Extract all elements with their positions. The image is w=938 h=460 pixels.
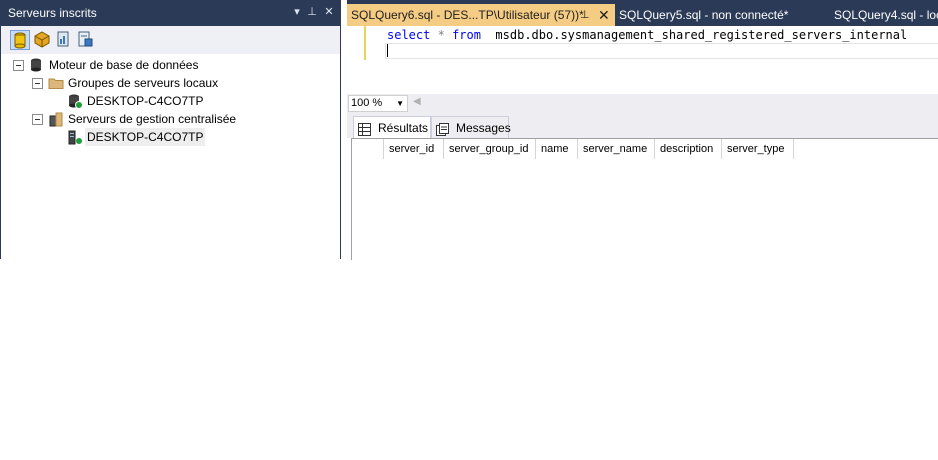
folder-icon xyxy=(48,75,64,91)
close-icon[interactable]: ✕ xyxy=(598,4,610,26)
tree-node-central-management[interactable]: Serveurs de gestion centralisée xyxy=(1,110,301,128)
change-marker xyxy=(364,26,366,60)
column-header[interactable]: server_type xyxy=(722,139,794,159)
tab-sqlquery4[interactable]: SQLQuery4.sql - loc xyxy=(834,4,938,26)
tree-label: Serveurs de gestion centralisée xyxy=(68,112,237,126)
tree-label: DESKTOP-C4CO7TP xyxy=(87,94,204,108)
collapse-icon[interactable] xyxy=(13,60,24,71)
column-header[interactable]: server_id xyxy=(384,139,444,159)
chevron-down-icon: ▼ xyxy=(396,99,404,108)
registered-servers-panel: Serveurs inscrits ▾ ⊥ ✕ Moteur de base d… xyxy=(0,0,341,259)
integration-services-icon[interactable] xyxy=(76,30,94,48)
collapse-icon[interactable] xyxy=(32,114,43,125)
tab-sqlquery6[interactable]: SQLQuery6.sql - DES...TP\Utilisateur (57… xyxy=(347,4,615,26)
server-icon xyxy=(67,129,83,145)
scroll-left-icon[interactable]: ◀ xyxy=(413,96,421,107)
panel-dropdown-icon[interactable]: ▾ xyxy=(290,5,304,19)
tab-results[interactable]: Résultats xyxy=(353,116,431,139)
collapse-icon[interactable] xyxy=(32,78,43,89)
zoom-dropdown[interactable]: 100 % ▼ xyxy=(348,95,408,112)
results-grid[interactable]: server_id server_group_id name server_na… xyxy=(351,138,938,260)
analysis-services-icon[interactable] xyxy=(33,30,51,48)
sql-code-line[interactable]: select * from msdb.dbo.sysmanagement_sha… xyxy=(387,28,907,42)
tree-node-server[interactable]: DESKTOP-C4CO7TP xyxy=(1,92,301,110)
operator-star: * xyxy=(437,28,445,42)
tab-label: Messages xyxy=(456,121,511,135)
column-header[interactable]: name xyxy=(536,139,578,159)
column-header[interactable]: server_name xyxy=(578,139,655,159)
panel-titlebar: Serveurs inscrits ▾ ⊥ ✕ xyxy=(0,0,341,26)
tree-node-local-groups[interactable]: Groupes de serveurs locaux xyxy=(1,74,301,92)
tab-label: SQLQuery6.sql - DES...TP\Utilisateur (57… xyxy=(351,8,584,22)
database-engine-icon xyxy=(28,57,44,73)
grid-icon xyxy=(358,121,371,136)
query-editor-area: SQLQuery6.sql - DES...TP\Utilisateur (57… xyxy=(347,0,938,260)
central-management-icon xyxy=(48,111,64,127)
database-engine-icon[interactable] xyxy=(10,30,30,50)
tab-messages[interactable]: Messages xyxy=(431,116,511,139)
document-tab-strip: SQLQuery6.sql - DES...TP\Utilisateur (57… xyxy=(347,0,938,26)
tab-label: SQLQuery5.sql - non connecté* xyxy=(619,8,789,22)
server-connected-icon xyxy=(67,93,83,109)
tab-label: SQLQuery4.sql - loc xyxy=(834,8,938,22)
table-name: msdb.dbo.sysmanagement_shared_registered… xyxy=(495,28,908,42)
panel-title: Serveurs inscrits xyxy=(8,6,97,20)
current-line-highlight xyxy=(385,43,938,59)
tree-label: DESKTOP-C4CO7TP xyxy=(85,128,206,146)
sql-editor[interactable]: select * from msdb.dbo.sysmanagement_sha… xyxy=(347,26,938,94)
zoom-value: 100 % xyxy=(351,97,383,109)
pin-icon[interactable]: ⊥ xyxy=(305,5,319,19)
text-caret xyxy=(387,44,388,57)
result-tabs: Résultats Messages xyxy=(347,112,938,139)
panel-toolbar xyxy=(1,26,340,54)
server-tree: Moteur de base de données Groupes de ser… xyxy=(1,54,340,259)
close-icon[interactable]: ✕ xyxy=(322,5,336,19)
reporting-services-icon[interactable] xyxy=(54,30,72,48)
keyword-select: select xyxy=(387,28,431,42)
tab-label: Résultats xyxy=(378,121,429,135)
pin-icon[interactable]: ⊥ xyxy=(580,4,590,26)
row-selector-header[interactable] xyxy=(352,139,384,159)
editor-status-row: 100 % ▼ ◀ xyxy=(347,94,938,112)
column-header[interactable]: description xyxy=(655,139,722,159)
tree-label: Groupes de serveurs locaux xyxy=(68,76,219,90)
tree-label: Moteur de base de données xyxy=(49,58,199,72)
keyword-from: from xyxy=(452,28,481,42)
column-header[interactable]: server_group_id xyxy=(444,139,536,159)
messages-icon xyxy=(436,121,449,136)
tab-sqlquery5[interactable]: SQLQuery5.sql - non connecté* xyxy=(619,4,819,26)
tree-node-database-engine[interactable]: Moteur de base de données xyxy=(1,56,301,74)
tree-node-cms-server[interactable]: DESKTOP-C4CO7TP xyxy=(1,128,301,146)
